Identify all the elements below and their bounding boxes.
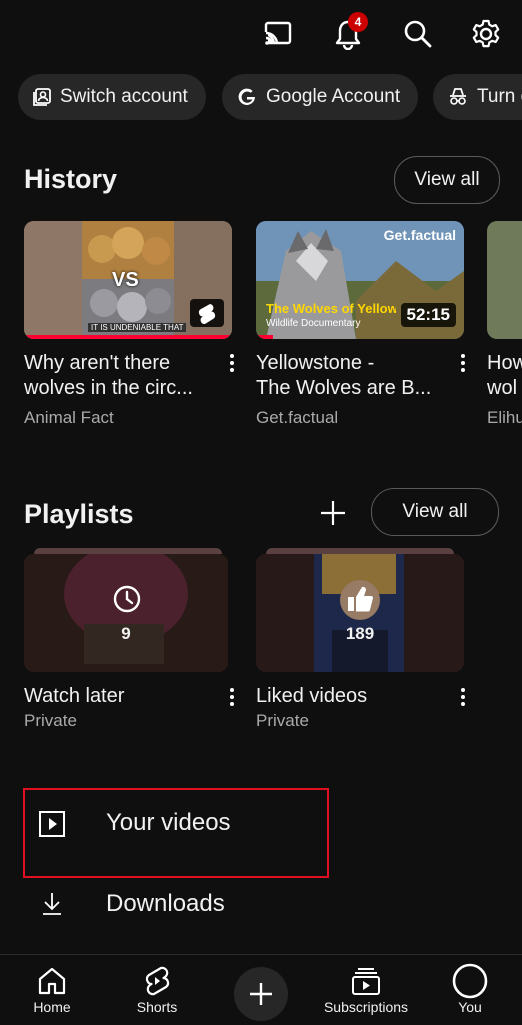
title-line-1: Why aren't there (24, 352, 171, 374)
downloads-row[interactable]: Downloads (24, 869, 514, 939)
nav-you-label: You (458, 999, 482, 1015)
shorts-icon (198, 304, 216, 324)
watch-later-count: 9 (121, 624, 131, 643)
bottom-navigation: Home Shorts Subscriptions You (0, 954, 522, 1025)
notification-badge: 4 (348, 12, 368, 32)
title-line-2: wolves in the circ... (24, 377, 193, 399)
liked-videos-title[interactable]: Liked videos (256, 684, 367, 709)
subscriptions-icon (352, 968, 380, 995)
nav-you[interactable]: You (444, 955, 496, 1025)
thumbnail-title: The Wolves of Yellowstone (266, 301, 396, 316)
watch-progress-bar (256, 335, 273, 339)
title-line-2: The Wolves are B... (256, 377, 432, 399)
history-video-1-channel: Animal Fact (24, 408, 114, 427)
search-icon[interactable] (398, 14, 438, 54)
history-video-1-more-icon[interactable] (222, 348, 242, 378)
switch-account-icon (33, 88, 51, 106)
avatar-icon (452, 963, 488, 999)
new-playlist-plus-icon[interactable] (318, 498, 348, 528)
history-title: History (24, 164, 118, 194)
gear-icon[interactable] (466, 14, 506, 54)
your-videos-label: Your videos (106, 809, 231, 836)
home-icon (38, 967, 66, 995)
bell-icon[interactable]: 4 (328, 12, 368, 54)
history-video-3-thumbnail[interactable] (487, 221, 522, 339)
incognito-icon (450, 88, 466, 105)
title-line-1: Yellowstone - (256, 352, 375, 374)
play-square-icon (38, 810, 66, 843)
history-video-1-thumbnail[interactable]: VS IT IS UNDENIABLE THAT (24, 221, 232, 339)
history-video-2-title[interactable]: Yellowstone - The Wolves are B... (256, 351, 456, 401)
incognito-chip[interactable]: Turn on Incognito (433, 74, 522, 120)
watch-progress-bar (24, 335, 232, 339)
shorts-icon (145, 966, 170, 996)
download-icon (40, 891, 64, 922)
cast-icon[interactable] (258, 14, 298, 54)
switch-account-chip[interactable]: Switch account (18, 74, 206, 120)
watch-later-privacy: Private (24, 711, 77, 730)
watch-later-more-icon[interactable] (222, 682, 242, 712)
thumbnail-brand: Get.factual (383, 227, 456, 243)
your-videos-row[interactable]: Your videos (24, 788, 514, 858)
history-video-1-title[interactable]: Why aren't there wolves in the circ... (24, 351, 224, 401)
google-account-chip[interactable]: Google Account (222, 74, 419, 120)
history-video-3-channel: Elihu (487, 408, 522, 427)
nav-home[interactable]: Home (22, 955, 82, 1025)
thumbnail-subtitle: Wildlife Documentary (266, 318, 361, 329)
watch-later-title[interactable]: Watch later (24, 684, 124, 709)
google-g-icon (238, 88, 255, 105)
history-video-2-more-icon[interactable] (453, 348, 473, 378)
top-bar: 4 (0, 0, 522, 70)
history-video-2-channel: Get.factual (256, 408, 339, 427)
nav-subscriptions-label: Subscriptions (323, 999, 409, 1015)
nav-shorts[interactable]: Shorts (126, 955, 188, 1025)
liked-videos-privacy: Private (256, 711, 309, 730)
thumbnail-caption: IT IS UNDENIABLE THAT (88, 323, 187, 332)
shorts-badge (190, 299, 224, 327)
history-view-all-button[interactable]: View all (394, 156, 500, 204)
google-account-label: Google Account (266, 86, 401, 107)
liked-videos-count: 189 (345, 624, 375, 643)
downloads-label: Downloads (106, 890, 225, 917)
liked-videos-more-icon[interactable] (453, 682, 473, 712)
clock-icon (112, 584, 142, 619)
plus-icon (250, 983, 272, 1005)
history-video-3-title[interactable]: How wol (487, 351, 522, 401)
incognito-label: Turn on Incognito (477, 86, 522, 107)
switch-account-label: Switch account (60, 86, 188, 107)
nav-home-label: Home (33, 999, 71, 1015)
nav-shorts-label: Shorts (136, 999, 178, 1015)
title-line-1: How (487, 352, 522, 374)
liked-videos-thumbnail[interactable]: 189 (256, 554, 464, 672)
thumbnail-vs-text: VS (112, 269, 139, 291)
watch-later-thumbnail[interactable]: 9 (24, 554, 228, 672)
create-plus-button[interactable] (234, 967, 288, 1021)
title-line-2: wol (487, 377, 518, 399)
nav-subscriptions[interactable]: Subscriptions (318, 955, 414, 1025)
video-duration: 52:15 (400, 303, 456, 327)
account-chips: Switch account Google Account Turn on In… (18, 74, 522, 122)
playlists-title: Playlists (24, 499, 134, 529)
history-video-2-thumbnail[interactable]: Get.factual The Wolves of Yellowstone Wi… (256, 221, 464, 339)
playlists-view-all-button[interactable]: View all (371, 488, 499, 536)
thumbs-up-icon (345, 584, 375, 619)
